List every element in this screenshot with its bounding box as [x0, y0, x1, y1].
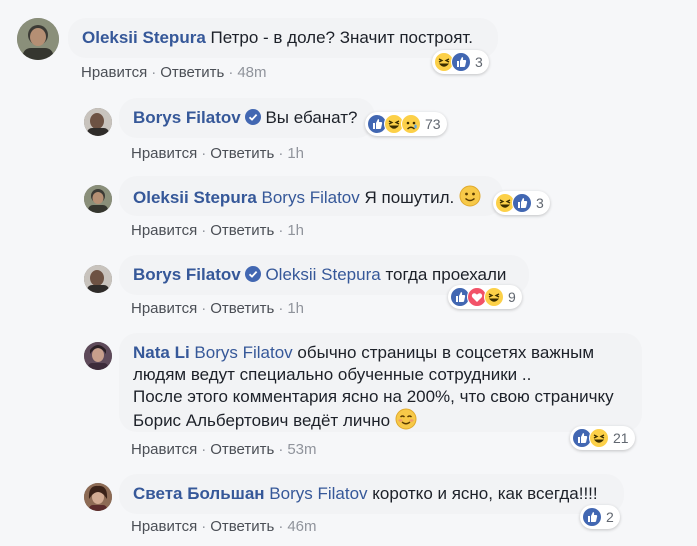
- separator: ·: [278, 441, 284, 458]
- reactions-summary[interactable]: 3: [432, 50, 489, 74]
- separator: ·: [278, 145, 284, 162]
- comment-author[interactable]: Oleksii Stepura: [133, 188, 257, 207]
- separator: ·: [151, 64, 157, 81]
- reaction-count: 73: [425, 116, 441, 132]
- reply-link[interactable]: Ответить: [210, 518, 274, 535]
- comment-author[interactable]: Nata Li: [133, 343, 190, 362]
- reactions-summary[interactable]: 21: [570, 426, 635, 450]
- comment-text: тогда проехали: [385, 265, 507, 284]
- comment-line-3: После этого комментария ясно на 200%, чт…: [133, 387, 614, 406]
- comment-line-4: Борис Альбертович ведёт лично: [133, 408, 628, 432]
- reaction-count: 21: [613, 430, 629, 446]
- comment-text: коротко и ясно, как всегда!!!!: [372, 484, 598, 503]
- like-link[interactable]: Нравится: [131, 222, 197, 239]
- reaction-count: 3: [536, 195, 544, 211]
- verified-badge-icon: [244, 109, 261, 125]
- comment-actions: Нравится · Ответить · 48m: [81, 64, 267, 81]
- timestamp[interactable]: 1h: [287, 300, 304, 317]
- comment-text: Вы ебанат?: [265, 108, 358, 127]
- haha-icon: [589, 428, 609, 448]
- avatar[interactable]: [17, 18, 59, 60]
- separator: ·: [201, 300, 207, 317]
- separator: ·: [201, 222, 207, 239]
- separator: ·: [228, 64, 234, 81]
- comment-author[interactable]: Света Большан: [133, 484, 265, 503]
- avatar[interactable]: [84, 185, 112, 213]
- separator: ·: [278, 300, 284, 317]
- sad-icon: [401, 114, 421, 134]
- comment-bubble: Nata Li Borys Filatov обычно страницы в …: [119, 333, 642, 432]
- comment-author[interactable]: Borys Filatov: [133, 265, 241, 284]
- comment-actions: Нравится · Ответить · 1h: [131, 222, 304, 239]
- separator: ·: [278, 222, 284, 239]
- separator: ·: [278, 518, 284, 535]
- comment-text: Я пошутил.: [364, 188, 455, 207]
- reply-link[interactable]: Ответить: [160, 64, 224, 81]
- reactions-summary[interactable]: 3: [493, 191, 550, 215]
- like-link[interactable]: Нравится: [131, 145, 197, 162]
- comment-author[interactable]: Oleksii Stepura: [82, 28, 206, 47]
- like-link[interactable]: Нравится: [131, 441, 197, 458]
- avatar[interactable]: [84, 342, 112, 370]
- comment-line-1: Nata Li Borys Filatov обычно страницы в …: [133, 342, 628, 364]
- timestamp[interactable]: 48m: [237, 64, 266, 81]
- comment-bubble: Света Большан Borys Filatov коротко и яс…: [119, 474, 624, 514]
- avatar[interactable]: [84, 265, 112, 293]
- avatar[interactable]: [84, 483, 112, 511]
- reply-link[interactable]: Ответить: [210, 222, 274, 239]
- timestamp[interactable]: 46m: [287, 518, 316, 535]
- reply-link[interactable]: Ответить: [210, 300, 274, 317]
- comment-mention[interactable]: Oleksii Stepura: [265, 265, 380, 284]
- blush-emoji-icon: [395, 408, 417, 430]
- like-link[interactable]: Нравится: [131, 300, 197, 317]
- comment-author[interactable]: Borys Filatov: [133, 108, 241, 127]
- comment-mention[interactable]: Borys Filatov: [194, 343, 292, 362]
- comment-text: Борис Альбертович ведёт лично: [133, 411, 391, 430]
- like-icon: [582, 507, 602, 527]
- timestamp[interactable]: 53m: [287, 441, 316, 458]
- comment-bubble: Borys Filatov Вы ебанат?: [119, 98, 375, 138]
- like-link[interactable]: Нравится: [131, 518, 197, 535]
- reactions-summary[interactable]: 2: [580, 505, 620, 529]
- reply-link[interactable]: Ответить: [210, 145, 274, 162]
- reaction-count: 9: [508, 289, 516, 305]
- separator: ·: [201, 145, 207, 162]
- comment-mention[interactable]: Borys Filatov: [262, 188, 360, 207]
- comment-mention[interactable]: Borys Filatov: [269, 484, 367, 503]
- reaction-count: 2: [606, 509, 614, 525]
- smile-emoji-icon: [459, 185, 481, 207]
- like-link[interactable]: Нравится: [81, 64, 147, 81]
- reply-link[interactable]: Ответить: [210, 441, 274, 458]
- separator: ·: [201, 441, 207, 458]
- like-icon: [512, 193, 532, 213]
- verified-badge-icon: [244, 266, 261, 282]
- like-icon: [451, 52, 471, 72]
- avatar[interactable]: [84, 108, 112, 136]
- comment-line-2: людям ведут специально обученные сотрудн…: [133, 365, 532, 384]
- comment-text: обычно страницы в соцсетях важным: [297, 343, 595, 362]
- comment-bubble: Oleksii Stepura Borys Filatov Я пошутил.: [119, 176, 503, 216]
- reaction-count: 3: [475, 54, 483, 70]
- timestamp[interactable]: 1h: [287, 222, 304, 239]
- comment-actions: Нравится · Ответить · 1h: [131, 145, 304, 162]
- comment-actions: Нравится · Ответить · 1h: [131, 300, 304, 317]
- haha-icon: [484, 287, 504, 307]
- separator: ·: [201, 518, 207, 535]
- timestamp[interactable]: 1h: [287, 145, 304, 162]
- comment-actions: Нравится · Ответить · 53m: [131, 441, 317, 458]
- comment-actions: Нравится · Ответить · 46m: [131, 518, 317, 535]
- reactions-summary[interactable]: 9: [448, 285, 522, 309]
- reactions-summary[interactable]: 73: [365, 112, 447, 136]
- comment-text: Петро - в доле? Значит построят.: [210, 28, 474, 47]
